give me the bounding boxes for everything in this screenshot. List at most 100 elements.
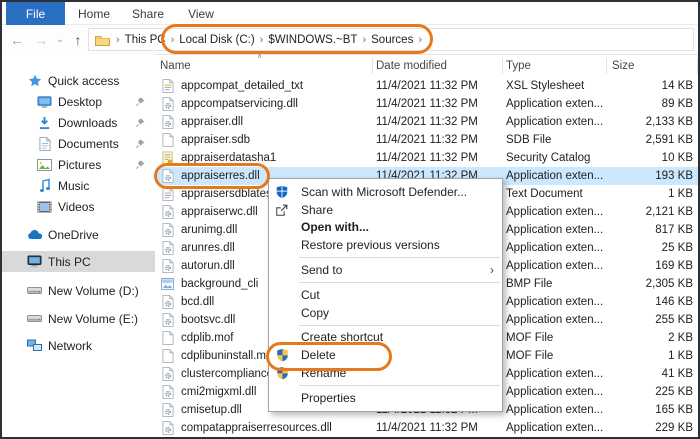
file-name: bootsvc.dll — [181, 314, 235, 326]
sidebar-item-documents[interactable]: Documents — [2, 133, 155, 154]
menu-item-label: Share — [301, 203, 333, 217]
file-type: Security Catalog — [503, 152, 607, 164]
file-size: 146 KB — [607, 296, 698, 308]
sidebar-item-this-pc[interactable]: This PC — [2, 251, 155, 272]
file-name: appraiser.dll — [181, 116, 243, 128]
sidebar-item-music[interactable]: Music — [2, 175, 155, 196]
up-button[interactable]: ↑ — [68, 25, 88, 54]
sidebar-item-desktop[interactable]: Desktop — [2, 91, 155, 112]
column-header-name[interactable]: Name — [157, 58, 373, 74]
sidebar-item-new-volume-e[interactable]: New Volume (E:) — [2, 308, 155, 329]
sidebar-item-label: Downloads — [58, 116, 117, 130]
file-type: Application exten... — [503, 224, 607, 236]
file-date: 11/4/2021 11:32 PM — [373, 98, 503, 110]
tab-share[interactable]: Share — [122, 2, 174, 25]
file-row-appcompatservicing-dll[interactable]: appcompatservicing.dll 11/4/2021 11:32 PM… — [157, 95, 698, 113]
file-name: appcompat_detailed_txt — [181, 80, 303, 92]
breadcrumb-item-this-pc[interactable]: This PC — [124, 34, 167, 46]
column-header-size[interactable]: Size — [607, 58, 698, 74]
file-date: 11/4/2021 11:32 PM — [373, 422, 503, 434]
pin-icon — [135, 117, 146, 128]
submenu-arrow-icon: › — [490, 263, 494, 277]
sidebar-item-quick-access[interactable]: Quick access — [2, 70, 155, 91]
file-name: cdplib.mof — [181, 332, 233, 344]
sidebar-item-network[interactable]: Network — [2, 335, 155, 356]
sidebar-item-pictures[interactable]: Pictures — [2, 154, 155, 175]
menu-item-share[interactable]: Share — [269, 201, 502, 219]
star-icon — [26, 74, 43, 88]
file-name: appraiser.sdb — [181, 134, 250, 146]
sidebar-item-downloads[interactable]: Downloads — [2, 112, 155, 133]
menu-item-delete[interactable]: Delete — [269, 346, 502, 364]
onedrive-icon — [26, 229, 43, 240]
file-name: appcompatservicing.dll — [181, 98, 298, 110]
sidebar-item-videos[interactable]: Videos — [2, 196, 155, 217]
menu-item-send-to[interactable]: Send to› — [269, 261, 502, 279]
recent-locations-button[interactable]: ⌄ — [52, 25, 68, 54]
file-size: 41 KB — [607, 368, 698, 380]
menu-item-scan-with-microsoft-defender[interactable]: Scan with Microsoft Defender... — [269, 183, 502, 201]
sidebar-item-onedrive[interactable]: OneDrive — [2, 224, 155, 245]
menu-separator — [299, 257, 500, 258]
file-type: XSL Stylesheet — [503, 80, 607, 92]
file-name: cmi2migxml.dll — [181, 386, 256, 398]
pictures-icon — [36, 159, 53, 171]
share-icon — [274, 203, 290, 217]
file-date: 11/4/2021 11:32 PM — [373, 134, 503, 146]
sidebar-item-new-volume-d[interactable]: New Volume (D:) — [2, 280, 155, 301]
xsl-file-icon — [160, 79, 175, 93]
forward-button[interactable]: → — [30, 25, 52, 54]
breadcrumb-item-windows-bt[interactable]: $WINDOWS.~BT — [267, 34, 358, 46]
file-type: SDB File — [503, 134, 607, 146]
menu-item-copy[interactable]: Copy — [269, 304, 502, 322]
file-row-appcompat-detailed-txt[interactable]: appcompat_detailed_txt11/4/2021 11:32 PM… — [157, 77, 698, 95]
file-file-icon — [160, 349, 175, 363]
dll-file-icon — [160, 421, 175, 435]
menu-item-cut[interactable]: Cut — [269, 286, 502, 304]
file-size: 225 KB — [607, 386, 698, 398]
menu-item-properties[interactable]: Properties — [269, 389, 502, 407]
forward-icon: → — [34, 32, 48, 48]
documents-icon — [36, 137, 53, 151]
file-date: 11/4/2021 11:32 PM — [373, 116, 503, 128]
file-file-icon — [160, 331, 175, 345]
menu-separator — [299, 282, 500, 283]
tab-home[interactable]: Home — [70, 2, 118, 25]
file-row-appraiser-dll[interactable]: appraiser.dll11/4/2021 11:32 PMApplicati… — [157, 113, 698, 131]
file-size: 2,133 KB — [607, 116, 698, 128]
breadcrumb-item-local-disk-c[interactable]: Local Disk (C:) — [178, 34, 255, 46]
file-name: arunres.dll — [181, 242, 235, 254]
pin-icon — [135, 96, 146, 107]
breadcrumb[interactable]: ›This PC›Local Disk (C:)›$WINDOWS.~BT›So… — [88, 28, 694, 51]
dll-file-icon — [160, 223, 175, 237]
back-button[interactable]: ← — [6, 25, 28, 54]
column-header-date-modified[interactable]: Date modified — [373, 58, 503, 74]
dll-file-icon — [160, 259, 175, 273]
breadcrumb-item-sources[interactable]: Sources — [370, 34, 414, 46]
file-name: appraiserwc.dll — [181, 206, 258, 218]
column-header-type[interactable]: Type — [503, 58, 607, 74]
sidebar-item-label: Network — [48, 339, 92, 353]
menu-item-restore-previous-versions[interactable]: Restore previous versions — [269, 236, 502, 254]
uac-shield-icon — [274, 366, 290, 380]
file-row-appraiser-sdb[interactable]: appraiser.sdb11/4/2021 11:32 PMSDB File2… — [157, 131, 698, 149]
file-size: 25 KB — [607, 242, 698, 254]
folder-icon — [95, 34, 110, 46]
file-type: Application exten... — [503, 314, 607, 326]
menu-item-rename[interactable]: Rename — [269, 364, 502, 382]
sidebar-item-label: New Volume (E:) — [48, 312, 138, 326]
sidebar-item-label: Pictures — [58, 158, 101, 172]
tab-view[interactable]: View — [178, 2, 224, 25]
menu-item-label: Rename — [301, 366, 346, 380]
file-row-compatappraiserresources-dll[interactable]: compatappraiserresources.dll11/4/2021 11… — [157, 419, 698, 437]
desktop-icon — [36, 95, 53, 109]
dll-file-icon — [160, 385, 175, 399]
menu-item-label: Create shortcut — [301, 330, 383, 344]
file-size: 165 KB — [607, 404, 698, 416]
file-type: Application exten... — [503, 260, 607, 272]
menu-item-create-shortcut[interactable]: Create shortcut — [269, 329, 502, 347]
file-name: appraiserdatasha1 — [181, 152, 276, 164]
menu-item-open-with[interactable]: Open with... — [269, 219, 502, 237]
tab-file[interactable]: File — [6, 2, 65, 25]
file-row-appraiserdatasha1[interactable]: appraiserdatasha111/4/2021 11:32 PMSecur… — [157, 149, 698, 167]
